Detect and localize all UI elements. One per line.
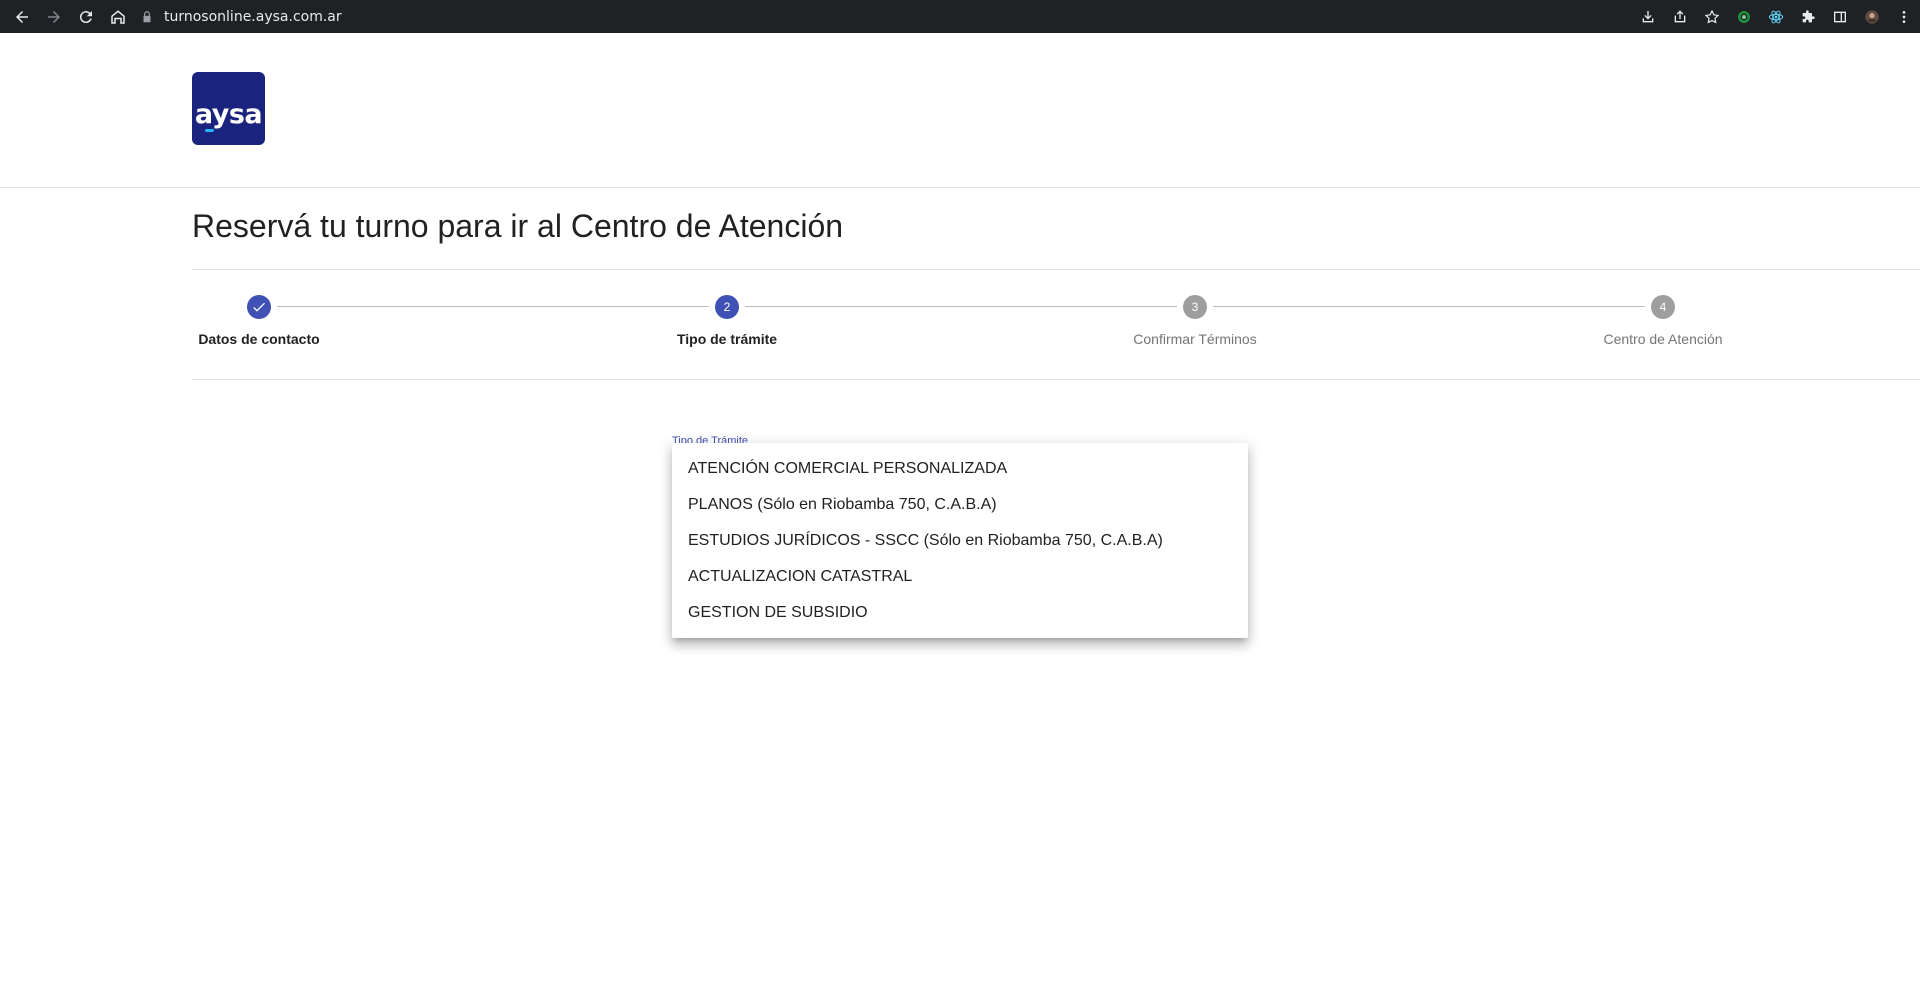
back-arrow-icon[interactable] bbox=[6, 0, 38, 33]
aysa-logo[interactable]: aysa bbox=[192, 72, 265, 145]
step-number: 3 bbox=[1183, 295, 1207, 319]
site-header: aysa bbox=[0, 33, 1920, 188]
stepper: Datos de contacto 2 Tipo de trámite 3 Co… bbox=[192, 270, 1920, 380]
step-label: Tipo de trámite bbox=[676, 331, 778, 347]
check-icon bbox=[247, 295, 271, 319]
logo-accent bbox=[205, 129, 214, 132]
reload-icon[interactable] bbox=[70, 0, 102, 33]
step-confirmar-terminos[interactable]: 3 Confirmar Términos bbox=[1095, 270, 1295, 347]
extension-react-icon[interactable] bbox=[1760, 0, 1792, 33]
option-atencion-comercial[interactable]: ATENCIÓN COMERCIAL PERSONALIZADA bbox=[672, 451, 1248, 487]
extension-green-icon[interactable] bbox=[1728, 0, 1760, 33]
address-bar[interactable]: turnosonline.aysa.com.ar bbox=[140, 3, 342, 30]
url-text: turnosonline.aysa.com.ar bbox=[164, 8, 342, 25]
step-centro-de-atencion[interactable]: 4 Centro de Atención bbox=[1563, 270, 1763, 347]
lock-icon bbox=[143, 10, 151, 22]
step-label: Centro de Atención bbox=[1603, 331, 1723, 347]
step-number: 4 bbox=[1651, 295, 1675, 319]
step-datos-de-contacto[interactable]: Datos de contacto bbox=[159, 270, 359, 347]
home-icon[interactable] bbox=[102, 0, 134, 33]
install-icon[interactable] bbox=[1632, 0, 1664, 33]
side-panel-icon[interactable] bbox=[1824, 0, 1856, 33]
browser-actions bbox=[1632, 0, 1920, 33]
profile-avatar[interactable] bbox=[1856, 0, 1888, 33]
step-label: Datos de contacto bbox=[198, 331, 320, 347]
divider bbox=[192, 379, 1920, 380]
tipo-tramite-dropdown: ATENCIÓN COMERCIAL PERSONALIZADA PLANOS … bbox=[672, 443, 1248, 638]
page-title: Reservá tu turno para ir al Centro de At… bbox=[192, 208, 844, 244]
share-icon[interactable] bbox=[1664, 0, 1696, 33]
browser-toolbar: turnosonline.aysa.com.ar bbox=[0, 0, 1920, 33]
step-label: Confirmar Términos bbox=[1133, 331, 1257, 347]
forward-arrow-icon[interactable] bbox=[38, 0, 70, 33]
option-estudios-juridicos[interactable]: ESTUDIOS JURÍDICOS - SSCC (Sólo en Rioba… bbox=[672, 523, 1248, 559]
kebab-menu-icon[interactable] bbox=[1888, 0, 1920, 33]
logo-text: aysa bbox=[194, 99, 263, 130]
bookmark-star-icon[interactable] bbox=[1696, 0, 1728, 33]
puzzle-extensions-icon[interactable] bbox=[1792, 0, 1824, 33]
step-number: 2 bbox=[715, 295, 739, 319]
option-actualizacion-catastral[interactable]: ACTUALIZACION CATASTRAL bbox=[672, 559, 1248, 595]
option-gestion-subsidio[interactable]: GESTION DE SUBSIDIO bbox=[672, 595, 1248, 631]
option-planos[interactable]: PLANOS (Sólo en Riobamba 750, C.A.B.A) bbox=[672, 487, 1248, 523]
step-tipo-de-tramite[interactable]: 2 Tipo de trámite bbox=[627, 270, 827, 347]
